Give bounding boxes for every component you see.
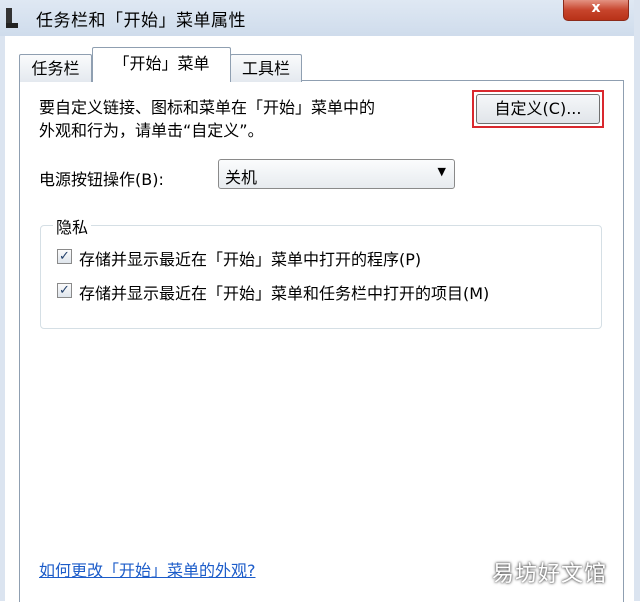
privacy-group (40, 225, 602, 329)
description-line-1: 要自定义链接、图标和菜单在「开始」菜单中的 (39, 98, 376, 117)
recent-programs-checkbox[interactable]: ✓ (57, 249, 72, 264)
tab-taskbar[interactable]: 任务栏 (19, 54, 92, 82)
help-link[interactable]: 如何更改「开始」菜单的外观? (39, 557, 256, 581)
tab-start-menu[interactable]: 「开始」菜单 (92, 47, 231, 82)
recent-programs-label[interactable]: 存储并显示最近在「开始」菜单中打开的程序(P) (79, 246, 421, 270)
window-frame-right (634, 0, 640, 601)
recent-items-label[interactable]: 存储并显示最近在「开始」菜单和任务栏中打开的项目(M) (79, 280, 489, 304)
recent-items-checkbox[interactable]: ✓ (57, 283, 72, 298)
power-button-select[interactable]: 关机 ▼ (218, 159, 455, 189)
close-button[interactable]: x (563, 0, 629, 21)
taskbar-icon (6, 8, 18, 28)
window-title: 任务栏和「开始」菜单属性 (36, 11, 246, 31)
customize-button[interactable]: 自定义(C)... (476, 94, 600, 124)
window-frame-left (0, 36, 5, 601)
power-button-value: 关机 (225, 168, 258, 187)
privacy-group-title: 隐私 (53, 214, 92, 238)
dropdown-arrow-icon: ▼ (437, 165, 446, 178)
description-line-2: 外观和行为，请单击“自定义”。 (39, 121, 264, 140)
tab-toolbars[interactable]: 工具栏 (230, 54, 302, 82)
power-button-label: 电源按钮操作(B): (39, 170, 164, 189)
title-bar: 任务栏和「开始」菜单属性 (0, 0, 640, 36)
watermark: 易坊好文馆 (492, 562, 608, 587)
